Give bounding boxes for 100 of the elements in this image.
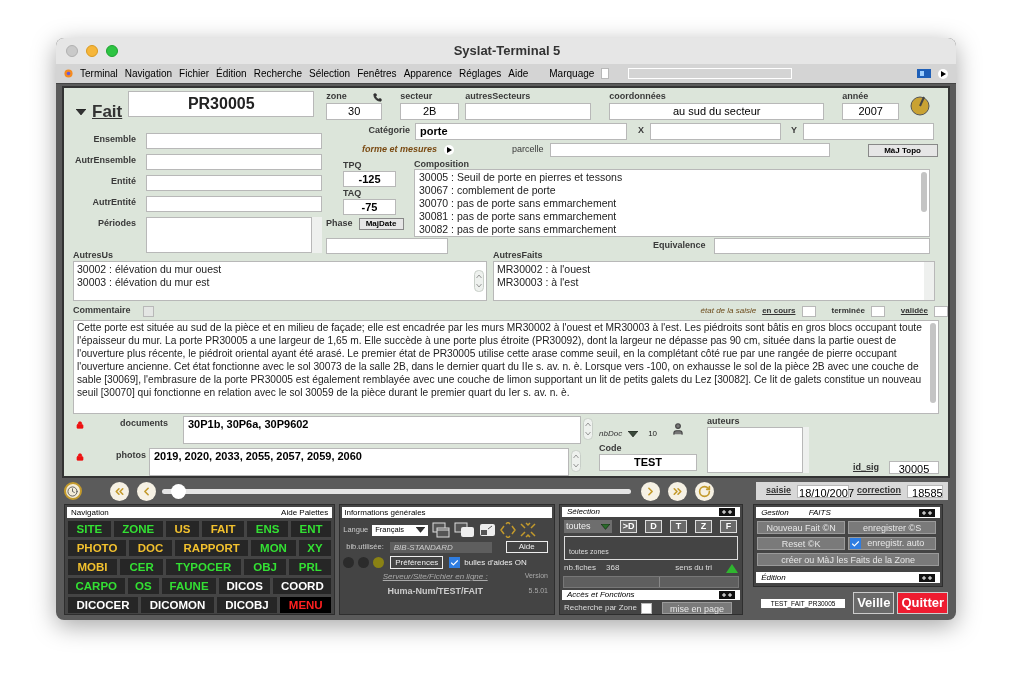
input-field[interactable] bbox=[146, 154, 322, 170]
scrollbar[interactable] bbox=[803, 427, 809, 473]
menu-item[interactable]: Aide bbox=[508, 66, 529, 81]
windows-icon[interactable] bbox=[454, 522, 476, 538]
nav-button[interactable]: OBJ bbox=[243, 559, 287, 575]
list-item[interactable]: MR30002 : à l'ouest bbox=[497, 263, 921, 276]
state-checkbox[interactable] bbox=[934, 305, 948, 317]
new-record-button[interactable]: Nouveau Fait ©N bbox=[757, 521, 846, 534]
comment-field[interactable] bbox=[73, 320, 939, 414]
standby-button[interactable]: Veille bbox=[853, 592, 895, 614]
list-item[interactable]: 30082 : pas de porte sans emmarchement bbox=[419, 223, 915, 236]
nav-button[interactable]: RAPPORT bbox=[174, 540, 249, 556]
update-date-button[interactable]: MajDate bbox=[358, 217, 404, 230]
resize-icon[interactable] bbox=[479, 523, 497, 537]
zone-search-checkbox[interactable] bbox=[640, 602, 652, 614]
nav-button[interactable]: MOBI bbox=[68, 559, 117, 575]
nav-button[interactable]: DICOS bbox=[219, 578, 271, 594]
nav-button[interactable]: FAIT bbox=[202, 521, 245, 537]
expand-icon[interactable] bbox=[719, 590, 736, 599]
input-field[interactable] bbox=[146, 217, 312, 253]
input-field[interactable] bbox=[549, 143, 830, 157]
next-record-button[interactable] bbox=[641, 481, 660, 501]
entry-date-link[interactable]: saisie bbox=[766, 484, 792, 498]
nav-button[interactable]: MON bbox=[251, 540, 296, 556]
diamond-arrows-icon[interactable] bbox=[500, 522, 517, 538]
nav-button[interactable]: DICOBJ bbox=[216, 597, 278, 613]
input-field[interactable]: -75 bbox=[343, 199, 396, 215]
menu-item[interactable]: Terminal bbox=[80, 66, 118, 81]
zone-update-button[interactable]: créer ou MàJ les Faits de la Zone bbox=[757, 553, 940, 566]
menu-item[interactable]: Apparence bbox=[403, 66, 452, 81]
autosave-checkbox[interactable] bbox=[850, 538, 862, 549]
scrollbar[interactable] bbox=[921, 172, 927, 212]
filter-button[interactable]: F bbox=[720, 520, 737, 534]
related-list[interactable]: 30002 : élévation du mur ouest 30003 : élévation du mur est bbox=[73, 261, 487, 301]
slider-thumb[interactable] bbox=[170, 483, 186, 499]
nav-button[interactable]: CARPO bbox=[68, 578, 125, 594]
palette-help-link[interactable]: Aide Palettes bbox=[281, 506, 329, 519]
input-field[interactable] bbox=[707, 427, 803, 473]
menu-item[interactable]: Sélection bbox=[309, 66, 351, 81]
section-link[interactable]: Fait bbox=[92, 99, 123, 125]
first-record-button[interactable] bbox=[109, 481, 129, 501]
state-checkbox[interactable] bbox=[870, 305, 885, 317]
play-icon[interactable] bbox=[938, 68, 948, 79]
nav-button[interactable]: DOC bbox=[129, 540, 172, 556]
person-icon[interactable] bbox=[671, 422, 686, 436]
scrollbar[interactable] bbox=[312, 217, 322, 253]
list-item[interactable]: 30081 : pas de porte sans emmarchement bbox=[419, 210, 915, 223]
autosave-toggle[interactable]: enregistr. auto bbox=[848, 537, 937, 550]
phone-icon[interactable] bbox=[373, 92, 383, 102]
menu-item[interactable]: Édition bbox=[216, 66, 247, 81]
collapse-arrows-icon[interactable] bbox=[520, 522, 537, 538]
comment-checkbox[interactable] bbox=[142, 305, 154, 317]
quit-button[interactable]: Quitter bbox=[897, 592, 948, 614]
nav-button[interactable]: US bbox=[165, 521, 200, 537]
nav-button[interactable]: DICOCER bbox=[68, 597, 139, 613]
input-field[interactable]: 18585 bbox=[907, 484, 944, 498]
input-field[interactable] bbox=[146, 196, 322, 212]
input-field[interactable] bbox=[803, 122, 935, 140]
input-field[interactable] bbox=[146, 133, 322, 149]
input-field[interactable]: 2007 bbox=[842, 103, 900, 120]
input-field[interactable] bbox=[146, 175, 322, 191]
refresh-button[interactable] bbox=[695, 481, 714, 501]
state-checkbox[interactable] bbox=[801, 305, 816, 317]
nav-button[interactable]: COORD bbox=[273, 578, 332, 594]
expand-icon[interactable] bbox=[719, 508, 736, 517]
menu-item[interactable]: Recherche bbox=[253, 66, 302, 81]
input-field[interactable]: -125 bbox=[343, 171, 396, 187]
nav-button[interactable]: ENS bbox=[247, 521, 288, 537]
play-icon[interactable] bbox=[444, 145, 455, 155]
scrollbar[interactable] bbox=[924, 262, 934, 300]
list-item[interactable]: MR30003 : à l'est bbox=[497, 276, 921, 289]
nav-button[interactable]: PHOTO bbox=[68, 540, 126, 556]
selection-dropdown[interactable]: toutes bbox=[564, 520, 612, 534]
input-field[interactable]: au sud du secteur bbox=[609, 103, 825, 120]
filter-button[interactable]: T bbox=[670, 520, 687, 534]
menu-item[interactable]: Fenêtres bbox=[357, 66, 397, 81]
help-button[interactable]: Aide bbox=[505, 541, 548, 553]
layout-button[interactable]: mise en page bbox=[661, 602, 732, 614]
record-slider[interactable] bbox=[161, 483, 631, 499]
save-button[interactable]: enregistrer ©S bbox=[848, 521, 937, 534]
nav-button[interactable]: DICOMON bbox=[141, 597, 214, 613]
menu-item[interactable]: Fichier bbox=[179, 66, 210, 81]
input-field[interactable]: 30005 bbox=[889, 461, 939, 474]
menu-item[interactable]: Navigation bbox=[124, 66, 173, 81]
knob-icon[interactable] bbox=[909, 94, 932, 116]
nav-button[interactable]: XY bbox=[298, 540, 332, 556]
composition-list[interactable]: 30005 : Seuil de porte en pierres et tessons 30067 : comblement de porte 30070 : pas de porte sans emmarchement 30081 : pas de porte sans emmarchement 30082 : pas de porte sans emmarchement bbox=[414, 169, 930, 237]
input-field[interactable]: 30P1b, 30P6a, 30P9602 bbox=[183, 416, 581, 444]
menu-item[interactable]: Réglages bbox=[459, 66, 502, 81]
nav-button[interactable]: OS bbox=[127, 578, 160, 594]
screen-icon[interactable] bbox=[917, 69, 931, 78]
list-item[interactable]: 30067 : comblement de porte bbox=[419, 184, 915, 197]
nav-button[interactable]: CER bbox=[119, 559, 164, 575]
windows-icon[interactable] bbox=[432, 522, 451, 538]
input-field[interactable]: porte bbox=[415, 122, 627, 140]
expand-icon[interactable] bbox=[919, 573, 936, 582]
tooltips-checkbox[interactable] bbox=[449, 557, 461, 568]
nav-button[interactable]: TYPOCER bbox=[166, 559, 241, 575]
nav-button[interactable]: SITE bbox=[68, 521, 111, 537]
expand-icon[interactable] bbox=[919, 508, 936, 517]
